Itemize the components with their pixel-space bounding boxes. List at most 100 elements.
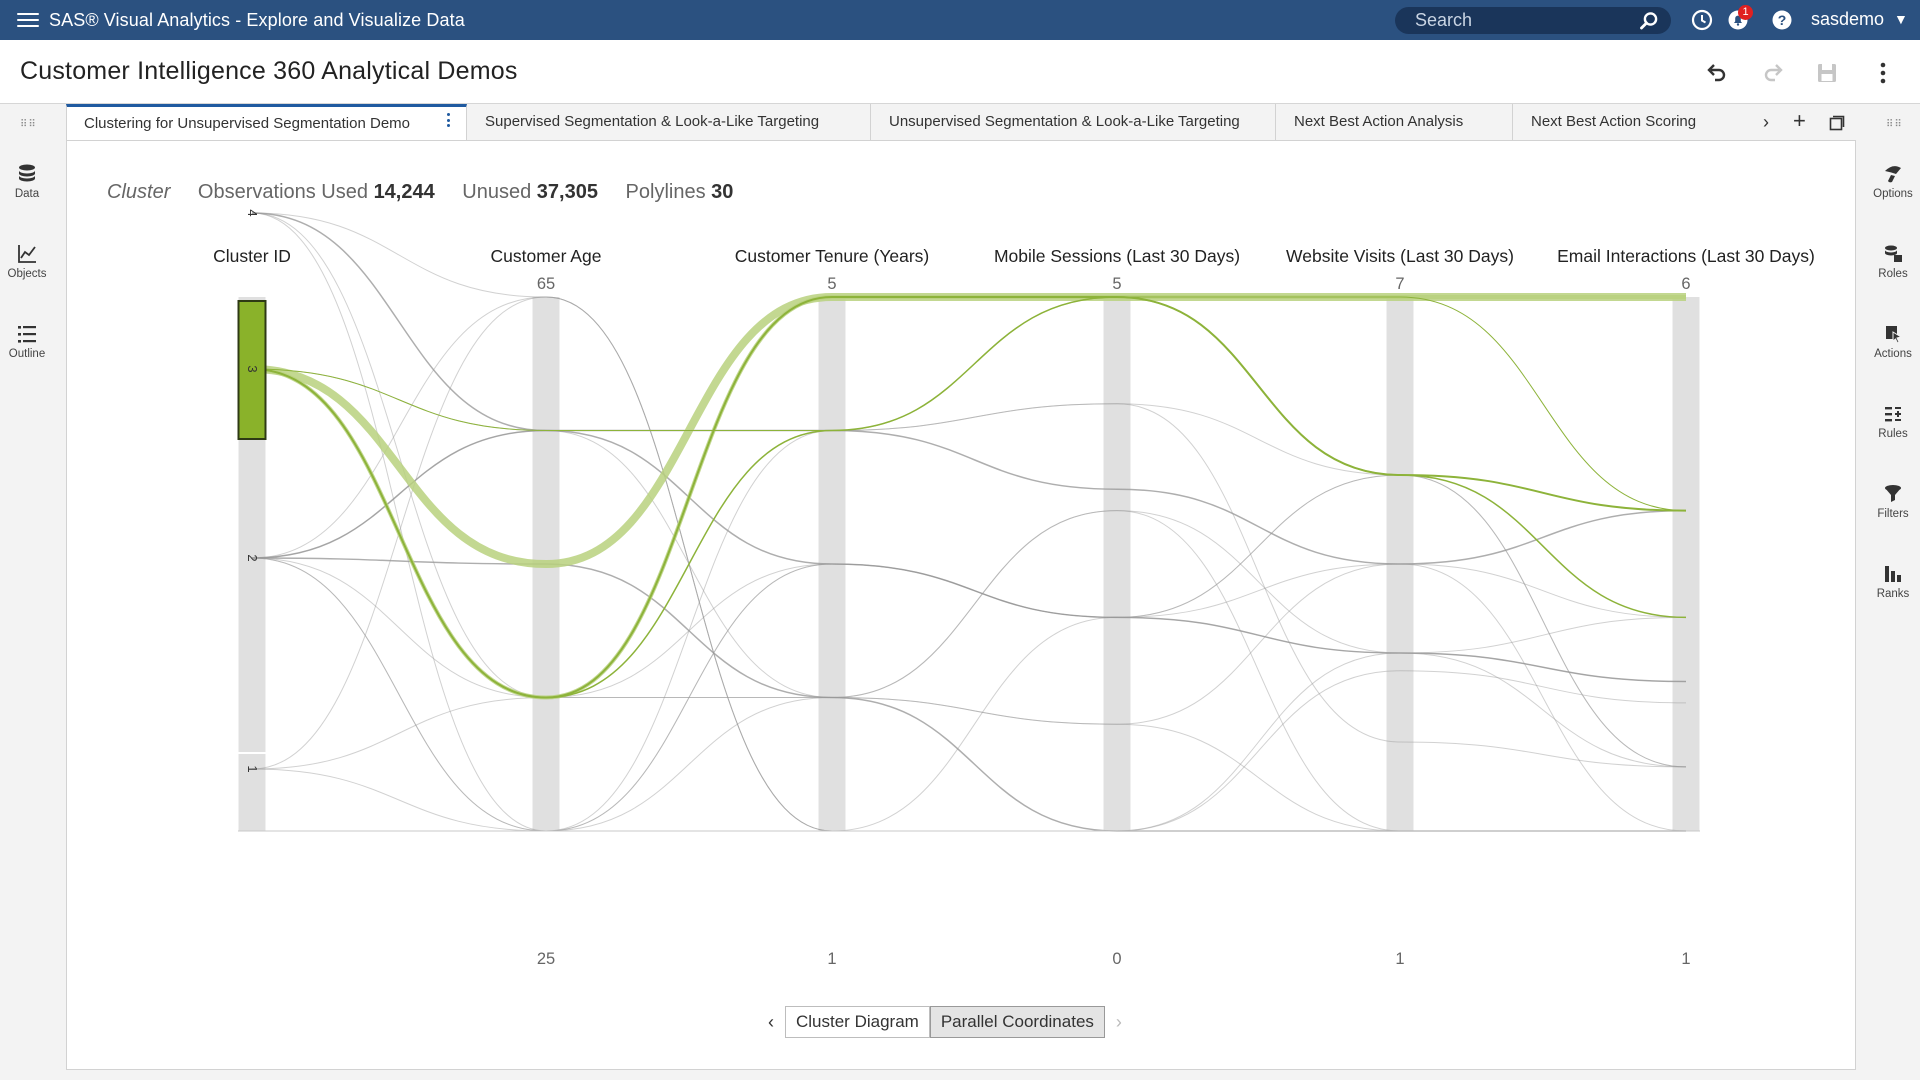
tab-unsupervised-segmentation[interactable]: Unsupervised Segmentation & Look-a-Like … xyxy=(871,104,1276,140)
user-menu[interactable]: sasdemo xyxy=(1811,9,1884,30)
polyline xyxy=(251,296,1687,832)
axis-max-label: 6 xyxy=(1681,275,1690,293)
left-rail-item-objects[interactable]: Objects xyxy=(0,243,54,280)
search-input[interactable] xyxy=(1415,10,1625,31)
left-rail-label: Objects xyxy=(7,268,47,280)
tab-clustering-demo[interactable]: Clustering for Unsupervised Segmentation… xyxy=(66,104,467,140)
right-rail-grip-icon[interactable]: ⠿⠿ xyxy=(1886,119,1903,130)
history-icon[interactable] xyxy=(1691,9,1713,31)
tab-label: Unsupervised Segmentation & Look-a-Like … xyxy=(889,113,1240,130)
right-rail-item-rules[interactable]: Rules xyxy=(1866,403,1920,440)
report-canvas: Cluster Observations Used 14,244 Unused … xyxy=(66,140,1856,1070)
cluster-id-tick-label: 1 xyxy=(245,765,260,772)
tab-supervised-segmentation[interactable]: Supervised Segmentation & Look-a-Like Ta… xyxy=(467,104,871,140)
rules-icon xyxy=(1885,407,1901,422)
next-view-icon[interactable]: › xyxy=(1105,1012,1133,1033)
tab-options-icon[interactable] xyxy=(447,113,451,130)
paintbrush-icon xyxy=(1885,166,1901,183)
cluster-diagram-button[interactable]: Cluster Diagram xyxy=(785,1006,930,1038)
user-menu-caret-icon[interactable]: ▼ xyxy=(1894,11,1908,27)
right-rail-item-roles[interactable]: Roles xyxy=(1866,243,1920,280)
parallel-coordinates-button[interactable]: Parallel Coordinates xyxy=(929,1006,1105,1038)
left-rail-item-outline[interactable]: Outline xyxy=(0,323,54,360)
redo-icon[interactable] xyxy=(1760,60,1786,86)
axis-min-label: 1 xyxy=(827,950,836,968)
tab-next-best-action-analysis[interactable]: Next Best Action Analysis xyxy=(1276,104,1513,140)
report-title: Customer Intelligence 360 Analytical Dem… xyxy=(20,57,518,85)
roles-icon xyxy=(1885,245,1902,262)
save-icon[interactable] xyxy=(1814,60,1840,86)
polyline xyxy=(251,557,1687,832)
tab-label: Next Best Action Scoring xyxy=(1531,113,1697,130)
tab-next-best-action-scoring[interactable]: Next Best Action Scoring xyxy=(1513,104,1748,140)
database-icon xyxy=(19,164,35,182)
parallel-coordinates-chart[interactable]: Cluster ID4321Customer Age6525Customer T… xyxy=(67,141,1857,1071)
right-pane-rail: ⠿⠿ Options Roles Actions Rules Filters R… xyxy=(1866,105,1920,1080)
search-icon[interactable] xyxy=(1639,11,1659,31)
previous-view-icon[interactable]: ‹ xyxy=(757,1012,785,1033)
polyline xyxy=(251,557,1687,832)
axis-title-6: Email Interactions (Last 30 Days) xyxy=(1557,246,1815,266)
right-rail-label: Actions xyxy=(1874,348,1912,360)
left-rail-grip-icon[interactable]: ⠿⠿ xyxy=(20,119,37,130)
left-rail-label: Data xyxy=(14,188,40,200)
polyline xyxy=(251,557,1686,832)
tab-label: Supervised Segmentation & Look-a-Like Ta… xyxy=(485,113,820,130)
filter-icon xyxy=(1885,485,1901,502)
axis-min-label: 1 xyxy=(1681,950,1690,968)
left-pane-rail: ⠿⠿ Data Objects Outline xyxy=(0,105,54,1080)
polyline xyxy=(251,212,1686,832)
axis-title-1: Cluster ID xyxy=(213,246,291,266)
list-icon xyxy=(18,326,36,343)
cluster-id-tick-label: 2 xyxy=(245,554,260,561)
polyline xyxy=(251,212,1687,832)
axis-title-2: Customer Age xyxy=(491,246,602,266)
axis-title-4: Mobile Sessions (Last 30 Days) xyxy=(994,246,1240,266)
help-icon[interactable]: ? xyxy=(1771,9,1793,31)
view-switcher: ‹ Cluster Diagram Parallel Coordinates › xyxy=(757,1006,1133,1038)
line-chart-icon xyxy=(18,245,36,263)
polyline-selected xyxy=(251,292,1686,569)
tab-label: Next Best Action Analysis xyxy=(1294,113,1464,130)
axis-max-label: 5 xyxy=(827,275,836,293)
left-rail-label: Outline xyxy=(8,348,46,360)
notification-count-badge: 1 xyxy=(1738,5,1753,20)
tabs-scroll-right-icon[interactable]: › xyxy=(1763,112,1769,133)
axis-min-label: 25 xyxy=(537,950,555,968)
app-title: SAS® Visual Analytics - Explore and Visu… xyxy=(49,9,465,30)
right-rail-label: Roles xyxy=(1878,268,1908,280)
polyline xyxy=(251,212,1687,832)
ranks-icon xyxy=(1885,566,1901,582)
right-rail-label: Filters xyxy=(1877,508,1909,520)
report-title-bar: Customer Intelligence 360 Analytical Dem… xyxy=(0,40,1920,104)
right-rail-label: Options xyxy=(1873,188,1913,200)
right-rail-label: Ranks xyxy=(1876,588,1910,600)
axis-title-5: Website Visits (Last 30 Days) xyxy=(1286,246,1514,266)
right-rail-item-ranks[interactable]: Ranks xyxy=(1866,563,1920,600)
polyline xyxy=(251,296,1687,832)
axis-max-label: 5 xyxy=(1112,275,1121,293)
hamburger-menu-icon[interactable] xyxy=(17,9,39,31)
polyline xyxy=(251,474,1687,768)
more-options-icon[interactable] xyxy=(1870,60,1896,86)
add-page-icon[interactable]: + xyxy=(1793,108,1806,134)
axis-bar-6 xyxy=(1672,297,1700,831)
svg-text:?: ? xyxy=(1778,12,1787,28)
app-header: SAS® Visual Analytics - Explore and Visu… xyxy=(0,0,1920,40)
right-rail-item-options[interactable]: Options xyxy=(1866,163,1920,200)
cluster-id-tick-label: 3 xyxy=(245,365,260,372)
left-rail-item-data[interactable]: Data xyxy=(0,163,54,200)
global-search[interactable] xyxy=(1395,7,1671,34)
polyline xyxy=(251,429,1687,683)
axis-max-label: 65 xyxy=(537,275,555,293)
right-rail-item-actions[interactable]: Actions xyxy=(1866,323,1920,360)
undo-icon[interactable] xyxy=(1704,60,1730,86)
axis-max-label: 7 xyxy=(1395,275,1404,293)
cluster-id-tick-label: 4 xyxy=(245,209,260,216)
report-page-tabs: Clustering for Unsupervised Segmentation… xyxy=(66,104,1856,140)
page-overview-icon[interactable] xyxy=(1829,115,1845,131)
right-rail-item-filters[interactable]: Filters xyxy=(1866,483,1920,520)
axis-min-label: 0 xyxy=(1112,950,1121,968)
polyline xyxy=(251,403,1687,832)
axis-min-label: 1 xyxy=(1395,950,1404,968)
